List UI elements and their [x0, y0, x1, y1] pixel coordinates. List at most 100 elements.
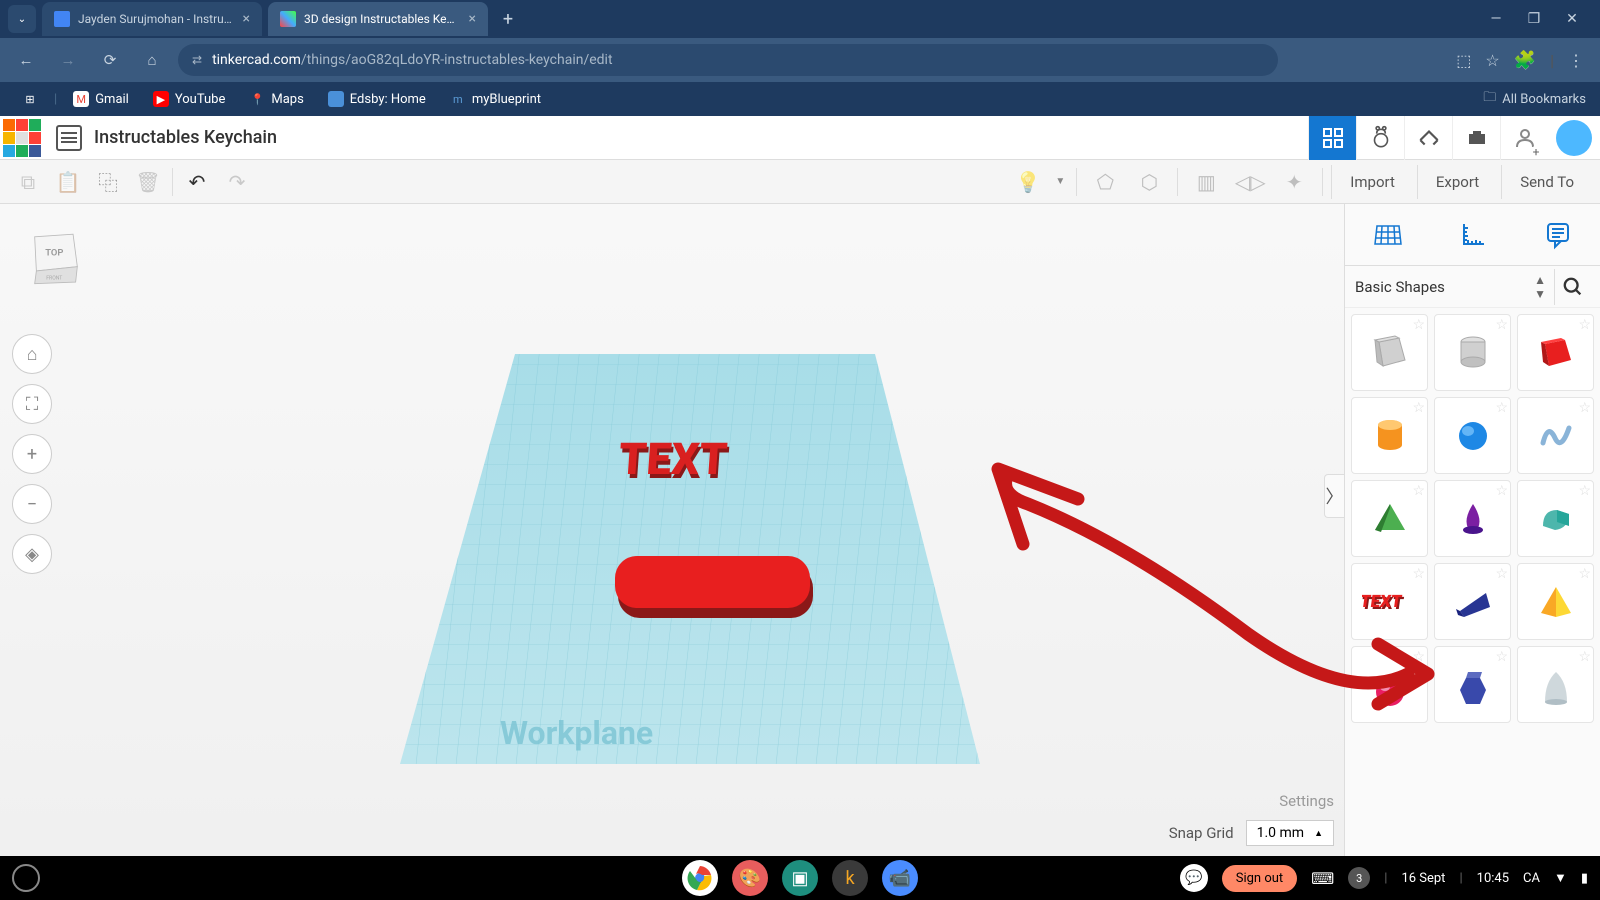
shape-cylinder-orange[interactable]: ☆	[1351, 397, 1428, 474]
star-icon[interactable]: ☆	[1578, 400, 1591, 416]
browser-tab-1[interactable]: 3D design Instructables Keycha ×	[268, 2, 488, 36]
bookmark-star-icon[interactable]: ☆	[1485, 51, 1499, 70]
url-input[interactable]: ⇄ tinkercad.com/things/aoG82qLdoYR-instr…	[178, 44, 1278, 76]
user-avatar[interactable]	[1556, 120, 1592, 156]
star-icon[interactable]: ☆	[1412, 400, 1425, 416]
shape-cylinder-hole[interactable]: ☆	[1434, 314, 1511, 391]
extensions-icon[interactable]: 🧩	[1514, 50, 1536, 71]
shape-category-select[interactable]: Basic Shapes ▲▼	[1355, 273, 1554, 301]
undo-button[interactable]: ↶	[177, 162, 217, 202]
chrome-app-icon[interactable]	[682, 860, 718, 896]
app-icon-4[interactable]: k	[832, 860, 868, 896]
canvas-area[interactable]: TOP FRONT ⌂ ⛶ + − ◈ Workplane TEXT TEXT	[0, 204, 1600, 856]
all-bookmarks-button[interactable]: 🗀 All Bookmarks	[1483, 88, 1586, 110]
battery-icon[interactable]: ▮	[1581, 871, 1588, 886]
app-icon-5[interactable]: 📹	[882, 860, 918, 896]
bookmark-maps[interactable]: 📍Maps	[241, 88, 311, 110]
panel-collapse-button[interactable]: 〉	[1324, 474, 1344, 518]
site-info-icon[interactable]: ⇄	[192, 53, 202, 67]
chrome-menu-icon[interactable]: ⋮	[1568, 51, 1584, 70]
shape-pyramid[interactable]: ☆	[1517, 563, 1594, 640]
launcher-button[interactable]	[12, 864, 40, 892]
star-icon[interactable]: ☆	[1578, 649, 1591, 665]
forward-button[interactable]: →	[52, 44, 84, 76]
star-icon[interactable]: ☆	[1495, 400, 1508, 416]
export-button[interactable]: Export	[1417, 165, 1497, 199]
design-list-button[interactable]	[56, 125, 82, 151]
delete-button[interactable]: 🗑	[128, 162, 168, 202]
star-icon[interactable]: ☆	[1578, 566, 1591, 582]
snap-grid-select[interactable]: 1.0 mm ▲	[1246, 820, 1334, 846]
close-window-icon[interactable]: ✕	[1562, 11, 1582, 27]
back-button[interactable]: ←	[10, 44, 42, 76]
keyboard-icon[interactable]: ⌨	[1311, 869, 1334, 888]
wifi-icon[interactable]: ▼	[1554, 870, 1567, 886]
fit-view-button[interactable]: ⛶	[12, 384, 52, 424]
star-icon[interactable]: ☆	[1412, 566, 1425, 582]
visibility-button[interactable]: 💡	[1008, 162, 1048, 202]
taskbar-locale[interactable]: CA	[1523, 871, 1540, 886]
viewcube[interactable]: TOP FRONT	[24, 224, 88, 288]
shape-cone-green[interactable]: ☆	[1351, 480, 1428, 557]
shape-wedge[interactable]: ☆	[1434, 563, 1511, 640]
star-icon[interactable]: ☆	[1495, 317, 1508, 333]
tab-search-button[interactable]: ⌄	[8, 5, 36, 33]
shape-scribble[interactable]: ☆	[1517, 397, 1594, 474]
home-button[interactable]: ⌂	[136, 44, 168, 76]
star-icon[interactable]: ☆	[1495, 566, 1508, 582]
redo-button[interactable]: ↷	[217, 162, 257, 202]
home-view-button[interactable]: ⌂	[12, 334, 52, 374]
star-icon[interactable]: ☆	[1412, 649, 1425, 665]
mode-bricks-button[interactable]	[1404, 116, 1452, 160]
mode-blocks-button[interactable]	[1356, 116, 1404, 160]
star-icon[interactable]: ☆	[1578, 483, 1591, 499]
settings-link[interactable]: Settings	[1279, 792, 1334, 810]
bookmark-youtube[interactable]: ▶YouTube	[145, 88, 234, 110]
workplane-tool[interactable]	[1345, 204, 1430, 265]
tinkercad-logo[interactable]	[0, 116, 44, 160]
minimize-icon[interactable]: —	[1486, 11, 1506, 27]
shape-box-hole[interactable]: ☆	[1351, 314, 1428, 391]
project-title[interactable]: Instructables Keychain	[94, 127, 277, 148]
group-button[interactable]: ⬠	[1085, 162, 1125, 202]
mirror-button[interactable]: ◁▷	[1230, 162, 1270, 202]
shape-cone-purple[interactable]: ☆	[1434, 480, 1511, 557]
app-icon-3[interactable]: ▣	[782, 860, 818, 896]
restore-icon[interactable]: ❐	[1524, 11, 1544, 27]
shape-paraboloid[interactable]: ☆	[1517, 646, 1594, 723]
mode-3d-button[interactable]	[1308, 116, 1356, 160]
import-button[interactable]: Import	[1331, 165, 1413, 199]
reload-button[interactable]: ⟳	[94, 44, 126, 76]
shape-box-red[interactable]: ☆	[1517, 314, 1594, 391]
shape-sphere-blue[interactable]: ☆	[1434, 397, 1511, 474]
notification-badge[interactable]: 3	[1348, 867, 1370, 889]
align-button[interactable]: ▥	[1186, 162, 1226, 202]
app-icon-2[interactable]: 🎨	[732, 860, 768, 896]
shape-sphere-pink[interactable]: ☆	[1351, 646, 1428, 723]
close-icon[interactable]: ×	[469, 11, 476, 27]
zoom-out-button[interactable]: −	[12, 484, 52, 524]
assistant-icon[interactable]: 💬	[1180, 864, 1208, 892]
star-icon[interactable]: ☆	[1412, 483, 1425, 499]
bookmark-edsby[interactable]: Edsby: Home	[320, 88, 434, 110]
ungroup-button[interactable]: ⬡	[1129, 162, 1169, 202]
ruler-tool[interactable]	[1430, 204, 1515, 265]
zoom-in-button[interactable]: +	[12, 434, 52, 474]
notes-tool[interactable]	[1515, 204, 1600, 265]
star-icon[interactable]: ☆	[1412, 317, 1425, 333]
taskbar-time[interactable]: 10:45	[1477, 871, 1509, 886]
star-icon[interactable]: ☆	[1578, 317, 1591, 333]
new-tab-button[interactable]: +	[494, 5, 522, 33]
star-icon[interactable]: ☆	[1495, 483, 1508, 499]
mode-minecraft-button[interactable]	[1452, 116, 1500, 160]
star-icon[interactable]: ☆	[1495, 649, 1508, 665]
shape-text[interactable]: ☆TEXTTEXT	[1351, 563, 1428, 640]
bookmark-gmail[interactable]: MGmail	[65, 88, 137, 110]
workplane[interactable]: Workplane TEXT TEXT	[320, 344, 1000, 784]
invite-user-button[interactable]	[1500, 116, 1548, 160]
signout-button[interactable]: Sign out	[1222, 865, 1297, 892]
paste-button[interactable]: 📋	[48, 162, 88, 202]
shape-hexagon[interactable]: ☆	[1434, 646, 1511, 723]
ortho-view-button[interactable]: ◈	[12, 534, 52, 574]
close-icon[interactable]: ×	[243, 11, 250, 27]
